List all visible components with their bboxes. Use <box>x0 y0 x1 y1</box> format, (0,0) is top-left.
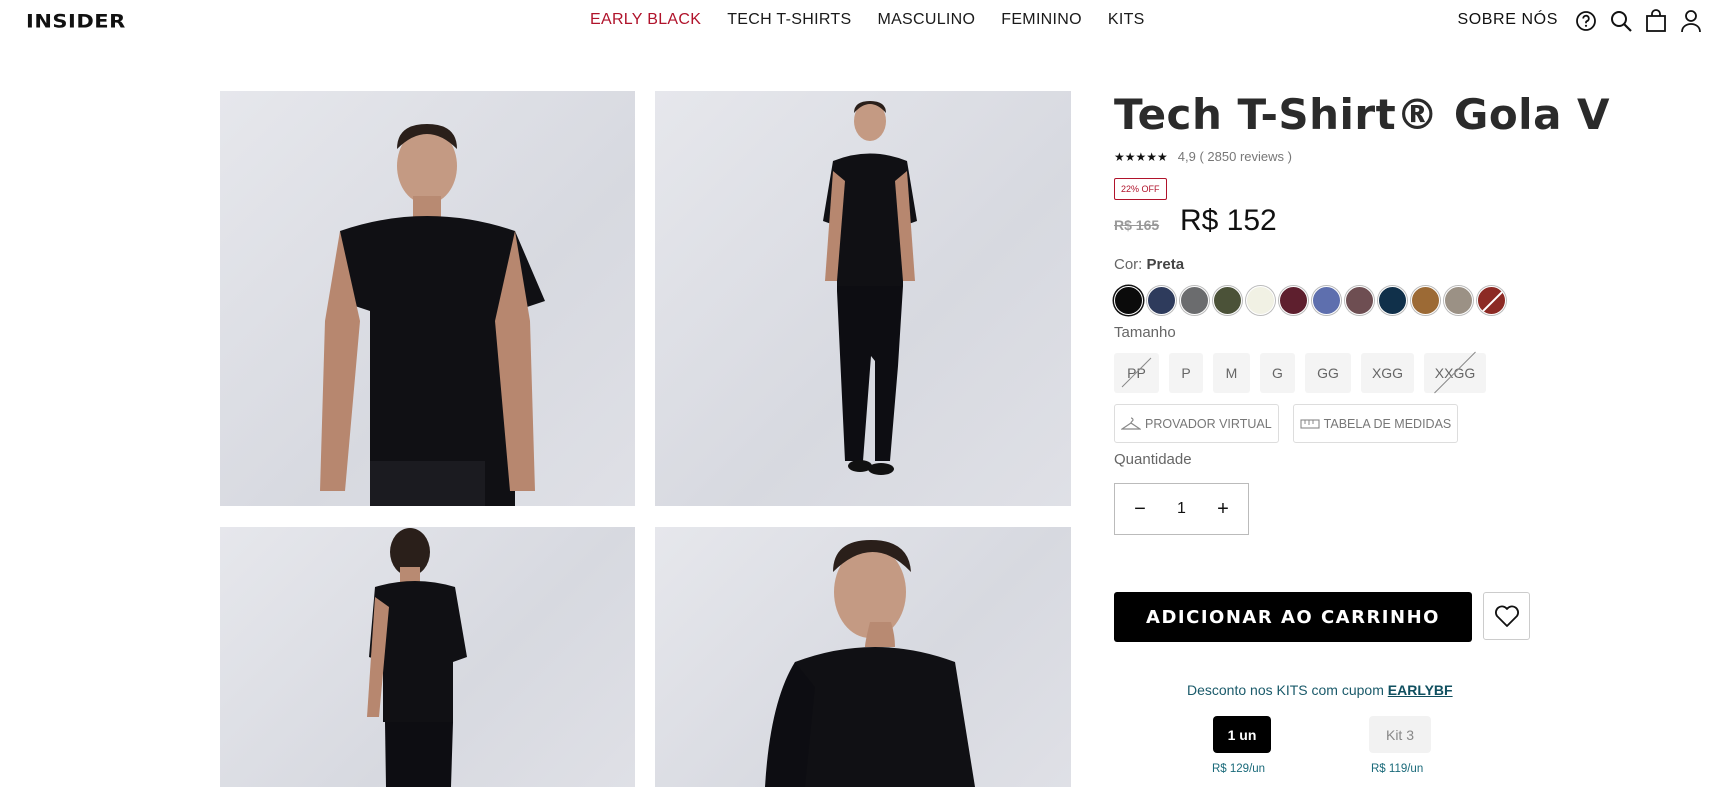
product-image-front[interactable] <box>220 91 635 506</box>
kit-promo: Desconto nos KITS com cupom EARLYBF <box>1187 682 1453 698</box>
nav-about[interactable]: SOBRE NÓS <box>1457 11 1558 29</box>
user-icon[interactable] <box>1678 8 1704 34</box>
quantity-label: Quantidade <box>1114 451 1192 468</box>
nav-early-black[interactable]: EARLY BLACK <box>590 11 701 29</box>
color-swatch[interactable] <box>1411 286 1440 315</box>
color-swatch[interactable] <box>1147 286 1176 315</box>
promo-code-link[interactable]: EARLYBF <box>1388 682 1453 698</box>
color-swatch[interactable] <box>1279 286 1308 315</box>
product-title: Tech T-Shirt® Gola V <box>1114 90 1611 139</box>
increase-quantity-button[interactable]: + <box>1212 498 1234 521</box>
help-icon[interactable] <box>1573 8 1599 34</box>
nav-feminino[interactable]: FEMININO <box>1001 11 1082 29</box>
current-price: R$ 152 <box>1180 204 1277 237</box>
search-icon[interactable] <box>1608 8 1634 34</box>
kit-option-1un[interactable]: 1 un <box>1213 716 1271 753</box>
size-chart-label: TABELA DE MEDIDAS <box>1323 416 1452 431</box>
quantity-value[interactable]: 1 <box>1177 500 1186 518</box>
product-image-full-body[interactable] <box>655 91 1071 506</box>
star-rating-icon: ★★★★★ <box>1114 149 1168 164</box>
color-swatch[interactable] <box>1312 286 1341 315</box>
size-option-m[interactable]: M <box>1213 353 1250 393</box>
quantity-stepper: − 1 + <box>1114 483 1249 535</box>
bag-icon[interactable] <box>1643 8 1669 34</box>
color-swatch[interactable] <box>1378 286 1407 315</box>
heart-icon <box>1494 605 1519 627</box>
old-price: R$ 165 <box>1114 217 1160 233</box>
add-to-cart-button[interactable]: ADICIONAR AO CARRINHO <box>1114 592 1472 642</box>
site-header: INSIDER EARLY BLACK TECH T-SHIRTS MASCUL… <box>0 0 1726 40</box>
color-value: Preta <box>1146 256 1185 273</box>
brand-logo[interactable]: INSIDER <box>26 10 126 32</box>
kit-option-kit3[interactable]: Kit 3 <box>1369 716 1431 753</box>
color-label-text: Cor: <box>1114 256 1143 273</box>
color-swatch[interactable] <box>1213 286 1242 315</box>
nav-kits[interactable]: KITS <box>1108 11 1145 29</box>
size-option-pp[interactable]: PP <box>1114 353 1159 393</box>
color-swatch[interactable] <box>1444 286 1473 315</box>
virtual-fitting-label: PROVADOR VIRTUAL <box>1145 416 1272 431</box>
color-swatch[interactable] <box>1345 286 1374 315</box>
kit-price-1un: R$ 129/un <box>1212 763 1266 775</box>
product-rating[interactable]: ★★★★★ 4,9 ( 2850 reviews ) <box>1114 149 1292 164</box>
size-option-g[interactable]: G <box>1260 353 1295 393</box>
rating-text: 4,9 ( 2850 reviews ) <box>1177 149 1292 164</box>
wishlist-button[interactable] <box>1483 592 1530 640</box>
size-chart-button[interactable]: TABELA DE MEDIDAS <box>1292 404 1459 443</box>
product-image-back[interactable] <box>220 527 635 787</box>
main-nav: EARLY BLACK TECH T-SHIRTS MASCULINO FEMI… <box>590 11 1145 29</box>
nav-masculino[interactable]: MASCULINO <box>877 11 975 29</box>
product-image-side[interactable] <box>655 527 1071 787</box>
header-icons <box>1573 8 1704 34</box>
color-swatch[interactable] <box>1246 286 1275 315</box>
size-option-p[interactable]: P <box>1169 353 1203 393</box>
size-option-gg[interactable]: GG <box>1305 353 1351 393</box>
virtual-fitting-button[interactable]: PROVADOR VIRTUAL <box>1114 404 1279 443</box>
size-option-xgg[interactable]: XGG <box>1361 353 1414 393</box>
ruler-icon <box>1300 418 1320 429</box>
hanger-icon <box>1121 416 1141 430</box>
size-label: Tamanho <box>1114 324 1176 341</box>
decrease-quantity-button[interactable]: − <box>1129 498 1151 521</box>
color-label: Cor: Preta <box>1114 256 1184 273</box>
color-swatch[interactable] <box>1180 286 1209 315</box>
promo-text: Desconto nos KITS com cupom <box>1187 682 1388 698</box>
color-swatch[interactable] <box>1114 286 1143 315</box>
kit-price-kit3: R$ 119/un <box>1371 763 1424 775</box>
size-option-xxgg[interactable]: XXGG <box>1424 353 1486 393</box>
size-tools: PROVADOR VIRTUAL TABELA DE MEDIDAS <box>1114 404 1459 443</box>
size-options: PP P M G GG XGG XXGG <box>1114 353 1486 393</box>
color-swatch[interactable] <box>1477 286 1506 315</box>
color-swatches <box>1114 286 1506 315</box>
discount-badge: 22% OFF <box>1114 178 1167 200</box>
nav-tech-tshirts[interactable]: TECH T-SHIRTS <box>727 11 851 29</box>
